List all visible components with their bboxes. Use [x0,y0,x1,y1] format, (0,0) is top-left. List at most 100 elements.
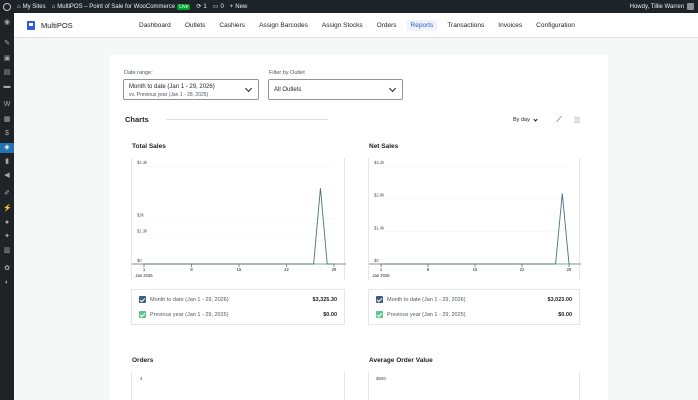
avatar [687,3,694,10]
nav-cashiers[interactable]: Cashiers [219,22,245,29]
comments-icon[interactable]: ▬ [3,83,11,90]
nav-transactions[interactable]: Transactions [447,22,484,29]
x-tick-label: 15 [237,267,242,272]
nav-orders[interactable]: Orders [377,22,397,29]
legend-label: Month to date (Jan 1 - 29, 2026) [387,296,466,303]
legend-row-previous[interactable]: Previous year (Jan 1 - 29, 2025) $0.00 [369,308,579,321]
woocommerce-icon[interactable]: W [3,101,11,108]
bar-chart-icon[interactable]: ▥ [572,115,582,125]
legend-row-current[interactable]: Month to date (Jan 1 - 29, 2026) $3,023.… [369,293,579,306]
marketing-icon[interactable]: ◀ [3,172,11,179]
users-icon[interactable]: ● [3,219,11,226]
nav-invoices[interactable]: Invoices [498,22,522,29]
y-tick-label: $1.3k [137,228,148,233]
plugins-icon[interactable]: ⚡ [3,205,12,212]
network-icon[interactable]: ✿ [3,265,11,272]
legend-value: $0.00 [558,311,572,318]
outlet-filter-label: Filter by Outlet [269,70,305,76]
nav-assign-barcodes[interactable]: Assign Barcodes [259,22,308,29]
series-line-current[interactable] [381,193,570,265]
date-range-label: Date range: [124,70,153,76]
nav-dashboard[interactable]: Dashboard [139,22,171,29]
my-sites-label: My Sites [22,3,46,10]
date-range-select[interactable]: Month to date (Jan 1 - 29, 2026) vs. Pre… [123,79,259,100]
my-sites-link[interactable]: ⌂ My Sites [17,4,46,10]
checkbox-checked-icon[interactable] [139,311,146,318]
y-tick-label: $0 [137,258,142,263]
live-badge: Live [177,3,191,10]
nav-outlets[interactable]: Outlets [185,22,206,29]
plugin-top-nav: MultiPOS Dashboard Outlets Cashiers Assi… [14,13,698,38]
interval-select[interactable]: By day [513,116,538,123]
total-sales-legend: Month to date (Jan 1 - 29, 2026) $3,325.… [131,289,345,325]
x-tick-label: 1 [380,267,383,272]
nav-assign-stocks[interactable]: Assign Stocks [322,22,363,29]
orders-y-tick: 4 [140,376,143,381]
legend-value: $3,023.00 [547,296,572,303]
y-tick-label: $0 [374,258,379,263]
user-account-menu[interactable]: Howdy, Tillie Warren [630,3,694,10]
chevron-down-icon [388,84,397,93]
charts-divider [166,119,328,120]
pages-icon[interactable]: ▤ [3,69,11,76]
brand-name: MultiPOS [41,20,73,30]
y-tick-label: $2k [137,212,145,217]
chevron-down-icon [533,116,538,122]
pin-icon[interactable]: ✎ [3,40,11,47]
updates-link[interactable]: ⟳ 1 [196,3,206,11]
date-range-compare: vs. Previous year (Jan 1 - 28, 2025) [129,92,209,98]
outlet-select[interactable]: All Outlets [268,79,403,100]
nav-configuration[interactable]: Configuration [536,22,575,29]
media-icon[interactable]: ▣ [3,55,11,62]
wordpress-logo-icon[interactable] [3,2,11,11]
y-tick-label: $1.4k [374,225,385,230]
net-sales-legend: Month to date (Jan 1 - 29, 2026) $3,023.… [368,289,580,325]
nav-links: Dashboard Outlets Cashiers Assign Barcod… [139,13,589,38]
site-name-link[interactable]: ⌂ MultiPOS – Point of Sale for WooCommer… [51,3,191,10]
analytics-icon[interactable]: ▮ [3,158,11,165]
x-tick-label: 1 [143,267,146,272]
legend-row-previous[interactable]: Previous year (Jan 1 - 29, 2025) $0.00 [132,308,344,321]
brand[interactable]: MultiPOS [27,20,73,30]
appearance-icon[interactable]: ✐ [3,190,11,197]
interval-value: By day [513,117,530,123]
net-sales-chart: $0 $1.4k $2.8k $4.2k 1 8 15 22 29 Jan 2026 [368,158,581,280]
settings-icon[interactable]: ▥ [3,247,11,254]
collapse-icon[interactable]: ◐ [3,279,11,286]
series-line-current[interactable] [144,188,334,265]
checkbox-checked-icon[interactable] [376,296,383,303]
x-tick-label: 29 [567,267,572,272]
checkbox-checked-icon[interactable] [139,296,146,303]
legend-value: $3,325.30 [312,296,337,303]
new-content-link[interactable]: + New [230,4,248,10]
payments-icon[interactable]: $ [3,130,11,137]
comments-link[interactable]: ▭ 0 [213,3,224,11]
dashboard-icon[interactable]: ◉ [3,19,11,26]
x-tick-label: 15 [473,267,478,272]
tools-icon[interactable]: ✦ [3,233,11,240]
orders-chart: 4 [131,372,345,400]
x-tick-label: 8 [190,267,193,272]
x-tick-label: 22 [520,267,525,272]
legend-label: Previous year (Jan 1 - 29, 2025) [387,311,466,318]
line-chart-icon[interactable]: ⟋ [554,115,564,125]
my-sites-icon: ⌂ [17,3,21,10]
plus-icon: + [229,3,234,10]
legend-label: Previous year (Jan 1 - 29, 2025) [150,311,229,318]
chart-title-average-order-value: Average Order Value [369,357,433,364]
multipos-icon[interactable]: ◈ [0,143,14,153]
total-sales-svg: $0 $1.3k $2k $4.3k 1 8 15 22 29 Jan 2026 [132,160,346,278]
howdy-label: Howdy, Tillie Warren [629,3,684,10]
products-icon[interactable]: ▦ [3,116,11,123]
x-tick-label: 29 [332,267,337,272]
chart-title-orders: Orders [132,357,154,364]
net-sales-svg: $0 $1.4k $2.8k $4.2k 1 8 15 22 29 Jan 2026 [369,160,581,278]
admin-sidebar: ◉ ✎ ▣ ▤ ▬ W ▦ $ ◈ ▮ ◀ ✐ ⚡ ● ✦ ▥ ✿ ◐ [0,13,14,400]
y-tick-label: $4.2k [374,160,385,165]
legend-row-current[interactable]: Month to date (Jan 1 - 29, 2026) $3,325.… [132,293,344,306]
aov-y-tick: $880 [376,376,387,381]
nav-reports[interactable]: Reports [406,20,438,31]
home-icon: ⌂ [51,3,56,10]
x-tick-label: 8 [427,267,430,272]
checkbox-checked-icon[interactable] [376,311,383,318]
